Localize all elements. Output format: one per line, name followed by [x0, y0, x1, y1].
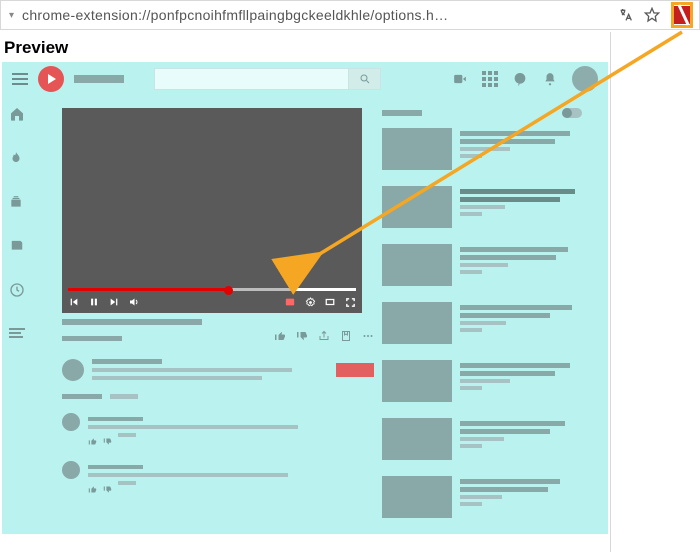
c-like-icon[interactable] [88, 481, 97, 499]
search-wrap [154, 68, 381, 90]
bell-icon[interactable] [542, 71, 558, 87]
channel-row [62, 355, 374, 384]
subscriptions-icon[interactable] [9, 194, 25, 210]
dislike-icon[interactable] [296, 329, 308, 347]
topbar [2, 62, 608, 96]
channel-avatar[interactable] [62, 359, 84, 381]
reply-label[interactable] [118, 433, 136, 437]
sort-label[interactable] [110, 394, 138, 399]
search-button[interactable] [349, 68, 381, 90]
star-icon[interactable] [643, 6, 661, 24]
history-icon[interactable] [9, 282, 25, 298]
comment-author [88, 417, 143, 421]
subscribe-button[interactable] [336, 363, 374, 377]
side-item[interactable] [382, 186, 582, 228]
comments-label [62, 394, 102, 399]
menu-icon[interactable] [12, 73, 28, 85]
channel-desc-1 [92, 368, 292, 372]
comment-text [88, 425, 298, 429]
next-icon[interactable] [108, 296, 120, 308]
player-controls [68, 294, 356, 310]
reply-label[interactable] [118, 481, 136, 485]
video-player[interactable] [62, 108, 362, 313]
comment-1 [62, 413, 374, 451]
translate-icon[interactable] [617, 6, 635, 24]
apps-icon[interactable] [482, 71, 498, 87]
library-icon[interactable] [9, 238, 25, 254]
fullscreen-icon[interactable] [344, 296, 356, 308]
main-column [62, 108, 374, 499]
comment-avatar[interactable] [62, 461, 80, 479]
create-icon[interactable] [452, 71, 468, 87]
extension-icon-highlighted[interactable] [671, 2, 693, 28]
home-icon[interactable] [9, 106, 25, 122]
video-views [62, 336, 122, 341]
video-title [62, 319, 202, 325]
right-gutter [610, 32, 700, 552]
side-item[interactable] [382, 360, 582, 402]
comment-avatar[interactable] [62, 413, 80, 431]
side-item[interactable] [382, 302, 582, 344]
up-next-list [382, 108, 582, 534]
youtube-preview-frame [2, 62, 608, 534]
c-like-icon[interactable] [88, 433, 97, 451]
volume-icon[interactable] [128, 296, 140, 308]
address-bar: ▾ chrome-extension://ponfpcnoihfmfllpain… [0, 0, 700, 30]
comment-author [88, 465, 143, 469]
c-dislike-icon[interactable] [103, 433, 112, 451]
comment-text [88, 473, 288, 477]
save-icon[interactable] [340, 329, 352, 347]
share-icon[interactable] [318, 329, 330, 347]
timeline[interactable] [68, 288, 356, 291]
autoplay-toggle[interactable] [562, 108, 582, 118]
left-sidebar [2, 106, 32, 342]
like-icon[interactable] [274, 329, 286, 347]
extension-icon [674, 6, 690, 24]
theater-icon[interactable] [324, 296, 336, 308]
preview-heading: Preview [2, 32, 610, 62]
avatar[interactable] [572, 66, 598, 92]
pause-icon[interactable] [88, 296, 100, 308]
side-item[interactable] [382, 418, 582, 460]
side-item[interactable] [382, 476, 582, 518]
logo[interactable] [38, 66, 64, 92]
address-url[interactable]: chrome-extension://ponfpcnoihfmfllpaingb… [22, 7, 452, 23]
channel-name [92, 359, 162, 364]
side-item[interactable] [382, 128, 582, 170]
side-item[interactable] [382, 244, 582, 286]
channel-desc-2 [92, 376, 262, 380]
upnext-label [382, 110, 422, 116]
cc-icon[interactable] [284, 296, 296, 308]
prev-icon[interactable] [68, 296, 80, 308]
dropdown-caret[interactable]: ▾ [9, 10, 14, 21]
brand-text [74, 75, 124, 83]
more-horiz-icon[interactable] [362, 329, 374, 347]
c-dislike-icon[interactable] [103, 481, 112, 499]
messages-icon[interactable] [512, 71, 528, 87]
trending-icon[interactable] [9, 150, 25, 166]
settings-icon[interactable] [304, 296, 316, 308]
comment-2 [62, 461, 374, 499]
search-input[interactable] [154, 68, 349, 90]
more-icon[interactable] [9, 326, 25, 342]
